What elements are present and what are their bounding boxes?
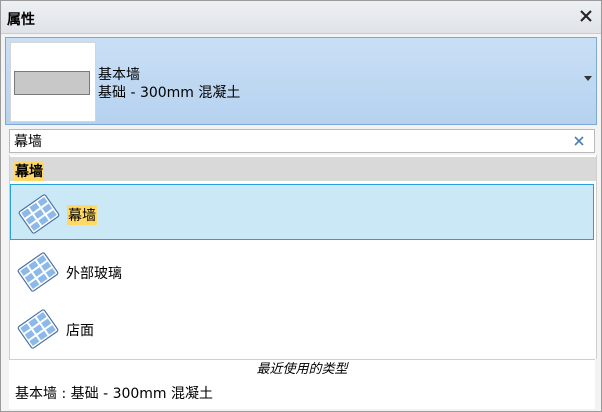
panel-title: 属性 — [7, 12, 35, 28]
dropdown-arrow-icon[interactable] — [584, 76, 592, 81]
type-family-label: 基本墙 — [98, 67, 140, 83]
type-results-list: 幕墙 幕墙 外部玻璃 店面 — [9, 155, 597, 359]
clear-icon[interactable] — [572, 134, 586, 148]
list-item-curtain-wall[interactable]: 幕墙 — [10, 184, 594, 240]
list-item-label: 幕墙 — [67, 205, 97, 225]
list-item-label: 外部玻璃 — [66, 266, 122, 282]
list-item-storefront[interactable]: 店面 — [10, 300, 594, 356]
group-header: 幕墙 — [10, 157, 596, 181]
panel-titlebar: 属性 — [1, 1, 601, 34]
type-selector[interactable]: 基本墙 基础 - 300mm 混凝土 — [5, 37, 597, 125]
recent-type-item[interactable]: 基本墙 : 基础 - 300mm 混凝土 — [9, 379, 595, 409]
recent-types-header: 最近使用的类型 — [9, 359, 595, 381]
list-item-exterior-glazing[interactable]: 外部玻璃 — [10, 243, 594, 299]
wall-preview-icon — [14, 71, 90, 95]
list-item-label: 店面 — [66, 323, 94, 339]
group-label: 幕墙 — [14, 161, 44, 181]
curtain-wall-icon — [16, 251, 60, 293]
type-search-box[interactable] — [9, 129, 595, 153]
close-icon[interactable] — [577, 7, 595, 25]
type-name-label: 基础 - 300mm 混凝土 — [98, 85, 241, 101]
type-preview-image — [10, 42, 96, 122]
search-input[interactable] — [14, 132, 554, 150]
properties-panel: 属性 基本墙 基础 - 300mm 混凝土 幕墙 幕墙 幕墙 外部玻璃 店面 最… — [0, 0, 602, 412]
curtain-wall-icon — [16, 308, 60, 350]
curtain-wall-icon — [17, 193, 61, 235]
